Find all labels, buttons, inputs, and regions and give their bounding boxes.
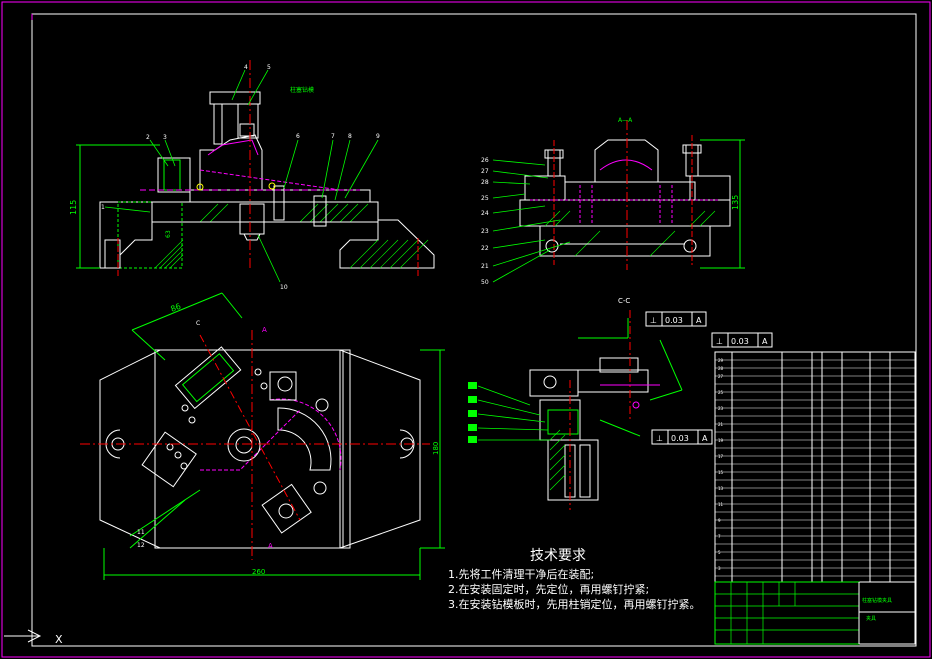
svg-text:27: 27 — [718, 374, 724, 379]
callout-10: 10 — [280, 284, 288, 291]
svg-text:7: 7 — [718, 534, 721, 539]
svg-text:柱塞钻模夹具: 柱塞钻模夹具 — [862, 597, 892, 604]
tech-req-item-3: 3.在安装钻模板时，先用柱销定位，再用螺钉拧紧。 — [448, 597, 701, 611]
cad-drawing: 115 63 柱塞钻模 4 5 2 3 1 6 7 8 9 10 135 A—A… — [1, 1, 931, 658]
svg-text:23: 23 — [718, 406, 724, 411]
callout-6: 6 — [296, 133, 300, 140]
svg-text:15: 15 — [718, 470, 724, 475]
svg-text:19: 19 — [718, 438, 724, 443]
svg-text:63: 63 — [165, 230, 172, 238]
tol2-symbol: ⊥ — [716, 337, 723, 346]
angle-length-dim: 86 — [169, 302, 182, 314]
callout-11: 11 — [137, 529, 145, 536]
tol2-value: 0.03 — [731, 337, 749, 346]
tol1-datum: A — [696, 316, 702, 325]
svg-text:C: C — [196, 320, 200, 327]
callout-4: 4 — [244, 64, 248, 71]
svg-text:X: X — [55, 633, 63, 646]
tech-req-title: 技术要求 — [530, 548, 586, 564]
callout-23: 23 — [481, 228, 489, 235]
callout-50: 50 — [481, 279, 489, 286]
tol2-datum: A — [762, 337, 768, 346]
tolerance-frame-1: ⊥ 0.03 A — [645, 311, 707, 327]
svg-text:夹具: 夹具 — [866, 615, 876, 622]
tech-req-item-1: 1.先将工件清理干净后在装配; — [448, 567, 594, 581]
callout-1: 1 — [101, 204, 105, 211]
callout-25: 25 — [481, 195, 489, 202]
plan-view: 260 180 86 A A C — [80, 292, 445, 580]
svg-text:17: 17 — [718, 454, 724, 459]
svg-text:29: 29 — [718, 358, 724, 363]
callout-21: 21 — [481, 263, 489, 270]
callout-5: 5 — [267, 64, 271, 71]
side-view: 135 A—A — [492, 117, 745, 283]
svg-text:3: 3 — [718, 566, 721, 571]
front-callouts: 4 5 2 3 1 6 7 8 9 10 — [101, 64, 380, 291]
section-label: C-C — [618, 297, 630, 305]
ucs-icon: X — [4, 629, 63, 646]
callout-24: 24 — [481, 210, 489, 217]
svg-text:A: A — [268, 542, 273, 550]
callout-8: 8 — [348, 133, 352, 140]
callout-28: 28 — [481, 179, 489, 186]
callout-7: 7 — [331, 133, 335, 140]
svg-text:柱塞钻模: 柱塞钻模 — [290, 86, 314, 94]
tol3-datum: A — [702, 434, 708, 443]
tech-requirements: 技术要求 1.先将工件清理干净后在装配; 2.在安装固定时，先定位，再用螺钉拧紧… — [448, 548, 701, 611]
bill-of-materials: 29 28 27 25 23 21 19 17 15 13 11 9 7 5 3 柱塞钻模夹具 夹具 — [714, 351, 916, 645]
plan-width-dim: 260 — [252, 568, 265, 576]
callout-12: 12 — [137, 542, 145, 549]
tol3-symbol: ⊥ — [656, 434, 663, 443]
front-height-dim: 115 — [69, 200, 78, 215]
tol3-value: 0.03 — [671, 434, 689, 443]
svg-text:13: 13 — [718, 486, 724, 491]
callout-26: 26 — [481, 157, 489, 164]
callout-22: 22 — [481, 245, 489, 252]
side-callouts: 26 27 28 25 24 23 22 21 50 — [481, 157, 489, 286]
svg-text:28: 28 — [718, 366, 724, 371]
svg-text:25: 25 — [718, 390, 724, 395]
inner-frame — [31, 13, 917, 647]
plan-height-dim: 180 — [432, 442, 440, 455]
svg-text:A—A: A—A — [618, 117, 633, 124]
tech-req-item-2: 2.在安装固定时，先定位，再用螺钉拧紧; — [448, 582, 649, 596]
svg-text:11: 11 — [718, 502, 724, 507]
svg-text:9: 9 — [718, 518, 721, 523]
callout-2: 2 — [146, 134, 150, 141]
side-height-dim: 135 — [731, 195, 740, 210]
svg-text:5: 5 — [718, 550, 721, 555]
tolerance-frame-2: ⊥ 0.03 A — [711, 332, 773, 348]
tolerance-frame-3: ⊥ 0.03 A — [651, 429, 713, 445]
callout-9: 9 — [376, 133, 380, 140]
section-cc: C-C — [468, 297, 683, 510]
front-view: 115 63 柱塞钻模 — [69, 60, 435, 283]
callout-3: 3 — [163, 134, 167, 141]
callout-27: 27 — [481, 168, 489, 175]
tol1-value: 0.03 — [665, 316, 683, 325]
svg-text:A: A — [262, 326, 267, 334]
svg-text:21: 21 — [718, 422, 724, 427]
outer-frame — [1, 1, 931, 658]
tol1-symbol: ⊥ — [650, 316, 657, 325]
